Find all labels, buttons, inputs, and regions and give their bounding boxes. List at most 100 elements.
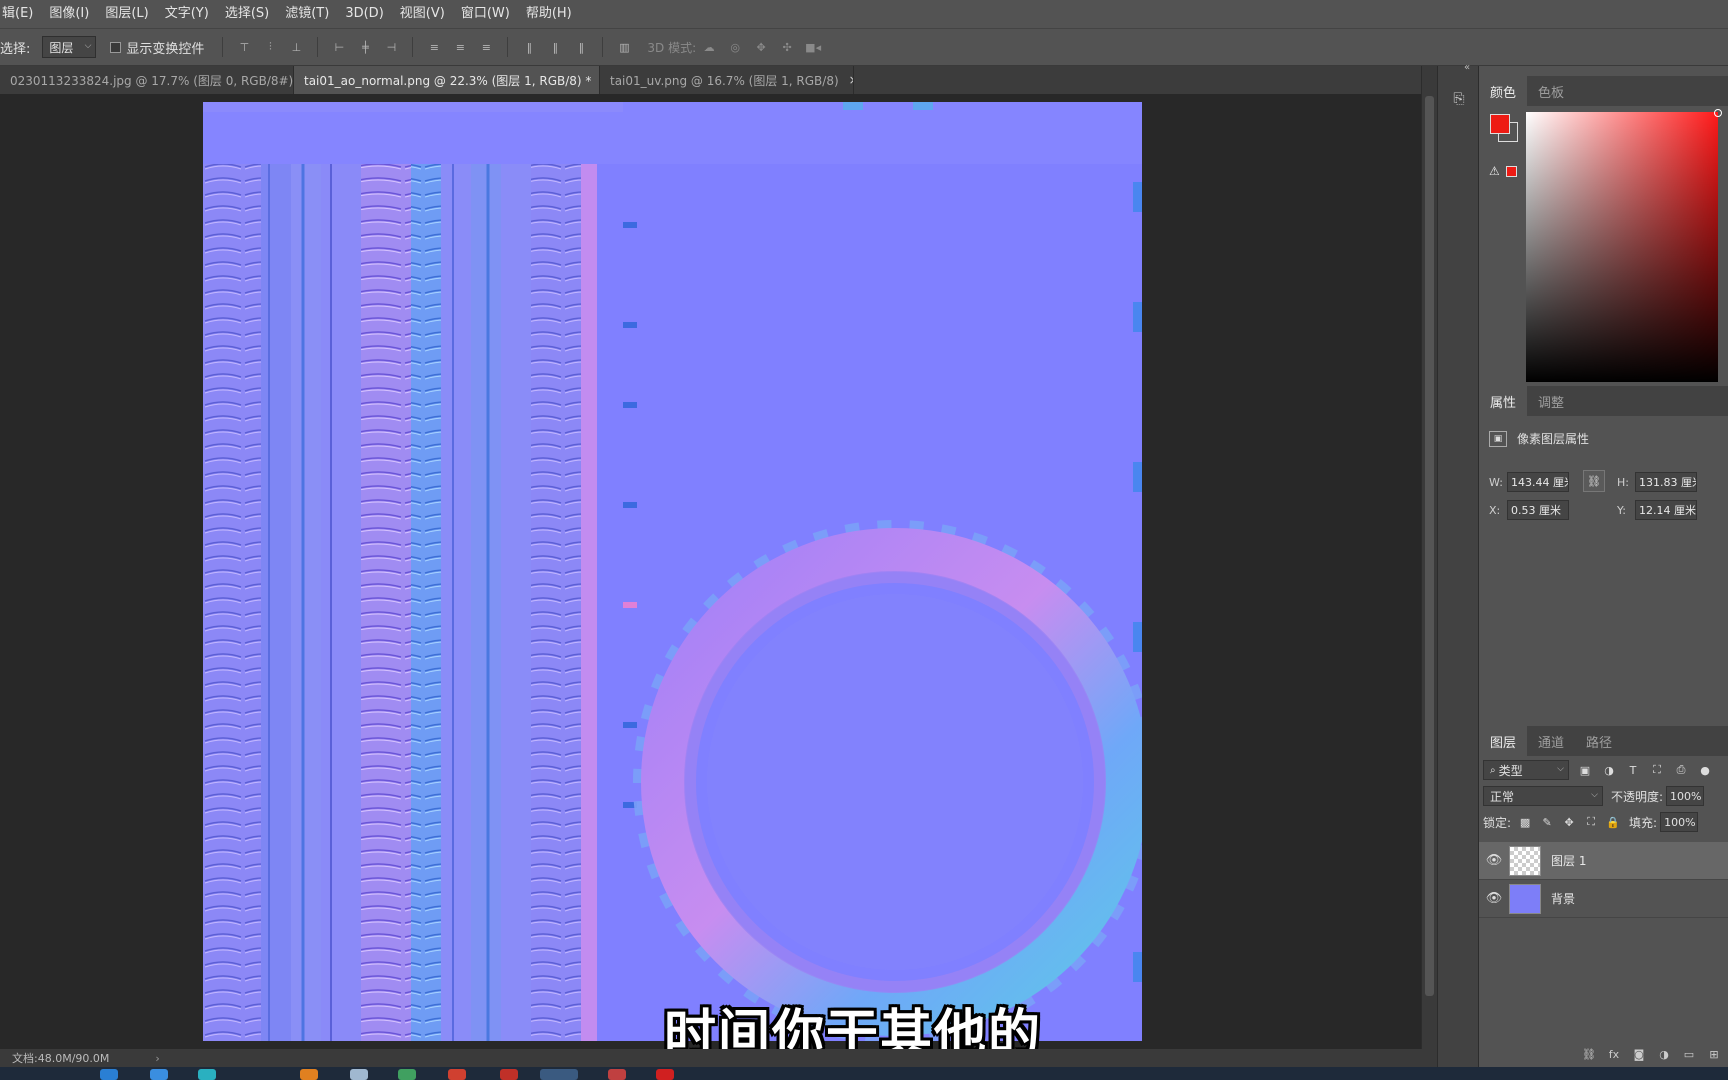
scrollbar-thumb[interactable] <box>1425 96 1434 996</box>
auto-align-icon[interactable]: ▥ <box>615 38 633 56</box>
new-layer-icon[interactable]: ⊞ <box>1706 1046 1722 1062</box>
3d-pan-icon[interactable]: ✥ <box>752 38 770 56</box>
blend-mode-value: 正常 <box>1490 789 1515 804</box>
align-vcenter-icon[interactable]: ⫶ <box>261 38 279 56</box>
menu-window[interactable]: 窗口(W) <box>453 0 518 28</box>
lock-artboard-icon[interactable]: ⛶ <box>1583 814 1599 830</box>
gamut-warning-swatch[interactable] <box>1506 166 1517 177</box>
align-left-icon[interactable]: ⊢ <box>330 38 348 56</box>
canvas-workarea[interactable]: 时间你干其他的 <box>0 94 1421 1065</box>
distribute-top-icon[interactable]: ≡ <box>425 38 443 56</box>
tab-channels[interactable]: 通道 <box>1527 726 1575 756</box>
doc-size-info[interactable]: 文档:48.0M/90.0M <box>12 1050 109 1066</box>
layer-filter-dropdown[interactable]: ⌕ 类型 ⌵ <box>1483 760 1569 780</box>
filter-adjustment-icon[interactable]: ◑ <box>1601 762 1617 778</box>
tab-properties[interactable]: 属性 <box>1479 386 1528 416</box>
taskbar-app-icon-active[interactable] <box>540 1069 578 1080</box>
vertical-scrollbar[interactable] <box>1421 66 1437 1064</box>
adjustment-layer-icon[interactable]: ◑ <box>1656 1046 1672 1062</box>
height-input[interactable]: 131.83 厘米 <box>1635 472 1697 492</box>
y-input[interactable]: 12.14 厘米 <box>1635 500 1697 520</box>
taskbar-app-icon[interactable] <box>656 1069 674 1080</box>
color-panel: 颜色 色板 ⚠ <box>1479 76 1728 386</box>
menu-select[interactable]: 选择(S) <box>217 0 277 28</box>
tab-swatches[interactable]: 色板 <box>1527 76 1575 106</box>
doc-tab-0[interactable]: 0230113233824.jpg @ 17.7% (图层 0, RGB/8#)… <box>0 66 294 94</box>
chevron-down-icon: ⌵ <box>84 41 92 51</box>
menu-view[interactable]: 视图(V) <box>392 0 453 28</box>
distribute-left-icon[interactable]: ‖ <box>520 38 538 56</box>
menu-edit[interactable]: 辑(E) <box>0 0 41 28</box>
3d-scale-icon[interactable]: ■◂ <box>804 38 822 56</box>
taskbar-app-icon[interactable] <box>448 1069 466 1080</box>
lock-paint-icon[interactable]: ✎ <box>1539 814 1555 830</box>
fill-label: 填充: <box>1629 815 1658 830</box>
tab-color[interactable]: 颜色 <box>1479 76 1528 106</box>
auto-select-dropdown[interactable]: 图层 ⌵ <box>42 36 97 58</box>
layer-row-background[interactable]: 👁 背景 <box>1479 880 1728 918</box>
layer-style-icon[interactable]: fx <box>1606 1046 1622 1062</box>
close-icon[interactable]: × <box>849 73 853 87</box>
link-dimensions-icon[interactable]: ⛓ <box>1583 470 1605 492</box>
foreground-color-swatch[interactable] <box>1490 114 1510 134</box>
3d-roll-icon[interactable]: ◎ <box>726 38 744 56</box>
taskbar-app-icon[interactable] <box>198 1069 216 1080</box>
menu-filter[interactable]: 滤镜(T) <box>277 0 337 28</box>
collapse-panels-icon[interactable]: « <box>1464 62 1470 73</box>
distribute-hcenter-icon[interactable]: ‖ <box>546 38 564 56</box>
doc-tab-1[interactable]: tai01_ao_normal.png @ 22.3% (图层 1, RGB/8… <box>294 66 600 94</box>
x-input[interactable]: 0.53 厘米 <box>1507 500 1569 520</box>
taskbar-app-icon[interactable] <box>608 1069 626 1080</box>
filter-shape-icon[interactable]: ⛶ <box>1649 762 1665 778</box>
menu-type[interactable]: 文字(Y) <box>157 0 217 28</box>
lock-all-icon[interactable]: 🔒 <box>1605 814 1621 830</box>
distribute-vcenter-icon[interactable]: ≡ <box>451 38 469 56</box>
tab-adjustments[interactable]: 调整 <box>1527 386 1575 416</box>
color-picker-field[interactable] <box>1526 109 1722 382</box>
properties-panel-tabs: 属性 调整 <box>1479 386 1728 416</box>
width-input[interactable]: 143.44 厘米 <box>1507 472 1569 492</box>
link-layers-icon[interactable]: ⛓ <box>1581 1046 1597 1062</box>
menu-3d[interactable]: 3D(D) <box>337 0 391 28</box>
menu-image[interactable]: 图像(I) <box>41 0 97 28</box>
taskbar-app-icon[interactable] <box>398 1069 416 1080</box>
menu-help[interactable]: 帮助(H) <box>518 0 580 28</box>
3d-orbit-icon[interactable]: ☁ <box>700 38 718 56</box>
align-right-icon[interactable]: ⊣ <box>382 38 400 56</box>
opacity-input[interactable]: 100% <box>1666 786 1705 806</box>
filter-type-icon[interactable]: T <box>1625 762 1641 778</box>
align-bottom-icon[interactable]: ⊥ <box>287 38 305 56</box>
blend-mode-dropdown[interactable]: 正常 ⌵ <box>1483 786 1603 806</box>
fill-input[interactable]: 100% <box>1660 812 1699 832</box>
x-field: X: 0.53 厘米 <box>1489 500 1569 520</box>
visibility-eye-icon[interactable]: 👁 <box>1479 891 1509 906</box>
taskbar-app-icon[interactable] <box>350 1069 368 1080</box>
taskbar-app-icon[interactable] <box>500 1069 518 1080</box>
doc-tab-2[interactable]: tai01_uv.png @ 16.7% (图层 1, RGB/8) × <box>600 66 854 94</box>
history-icon[interactable]: ⎘ <box>1448 88 1470 110</box>
align-hcenter-icon[interactable]: ╪ <box>356 38 374 56</box>
add-mask-icon[interactable]: ◙ <box>1631 1046 1647 1062</box>
taskbar-app-icon[interactable] <box>150 1069 168 1080</box>
lock-position-icon[interactable]: ✥ <box>1561 814 1577 830</box>
filter-pixel-icon[interactable]: ▣ <box>1577 762 1593 778</box>
visibility-eye-icon[interactable]: 👁 <box>1479 853 1509 868</box>
tab-paths[interactable]: 路径 <box>1575 726 1623 756</box>
new-group-icon[interactable]: ▭ <box>1681 1046 1697 1062</box>
color-picker-cursor[interactable] <box>1714 109 1722 117</box>
distribute-right-icon[interactable]: ‖ <box>572 38 590 56</box>
menu-layer[interactable]: 图层(L) <box>97 0 156 28</box>
tab-layers[interactable]: 图层 <box>1479 726 1528 756</box>
show-transform-checkbox[interactable] <box>110 41 122 53</box>
layer-row-layer1[interactable]: 👁 图层 1 <box>1479 842 1728 880</box>
filter-toggle-icon[interactable]: ● <box>1697 762 1713 778</box>
taskbar-app-icon[interactable] <box>300 1069 318 1080</box>
3d-slide-icon[interactable]: ✣ <box>778 38 796 56</box>
status-menu-arrow[interactable]: › <box>155 1052 159 1065</box>
filter-smart-object-icon[interactable]: ⎙ <box>1673 762 1689 778</box>
document-canvas[interactable] <box>203 102 1142 1041</box>
lock-transparent-icon[interactable]: ▩ <box>1517 814 1533 830</box>
distribute-bottom-icon[interactable]: ≡ <box>477 38 495 56</box>
align-top-icon[interactable]: ⊤ <box>235 38 253 56</box>
taskbar-app-icon[interactable] <box>100 1069 118 1080</box>
